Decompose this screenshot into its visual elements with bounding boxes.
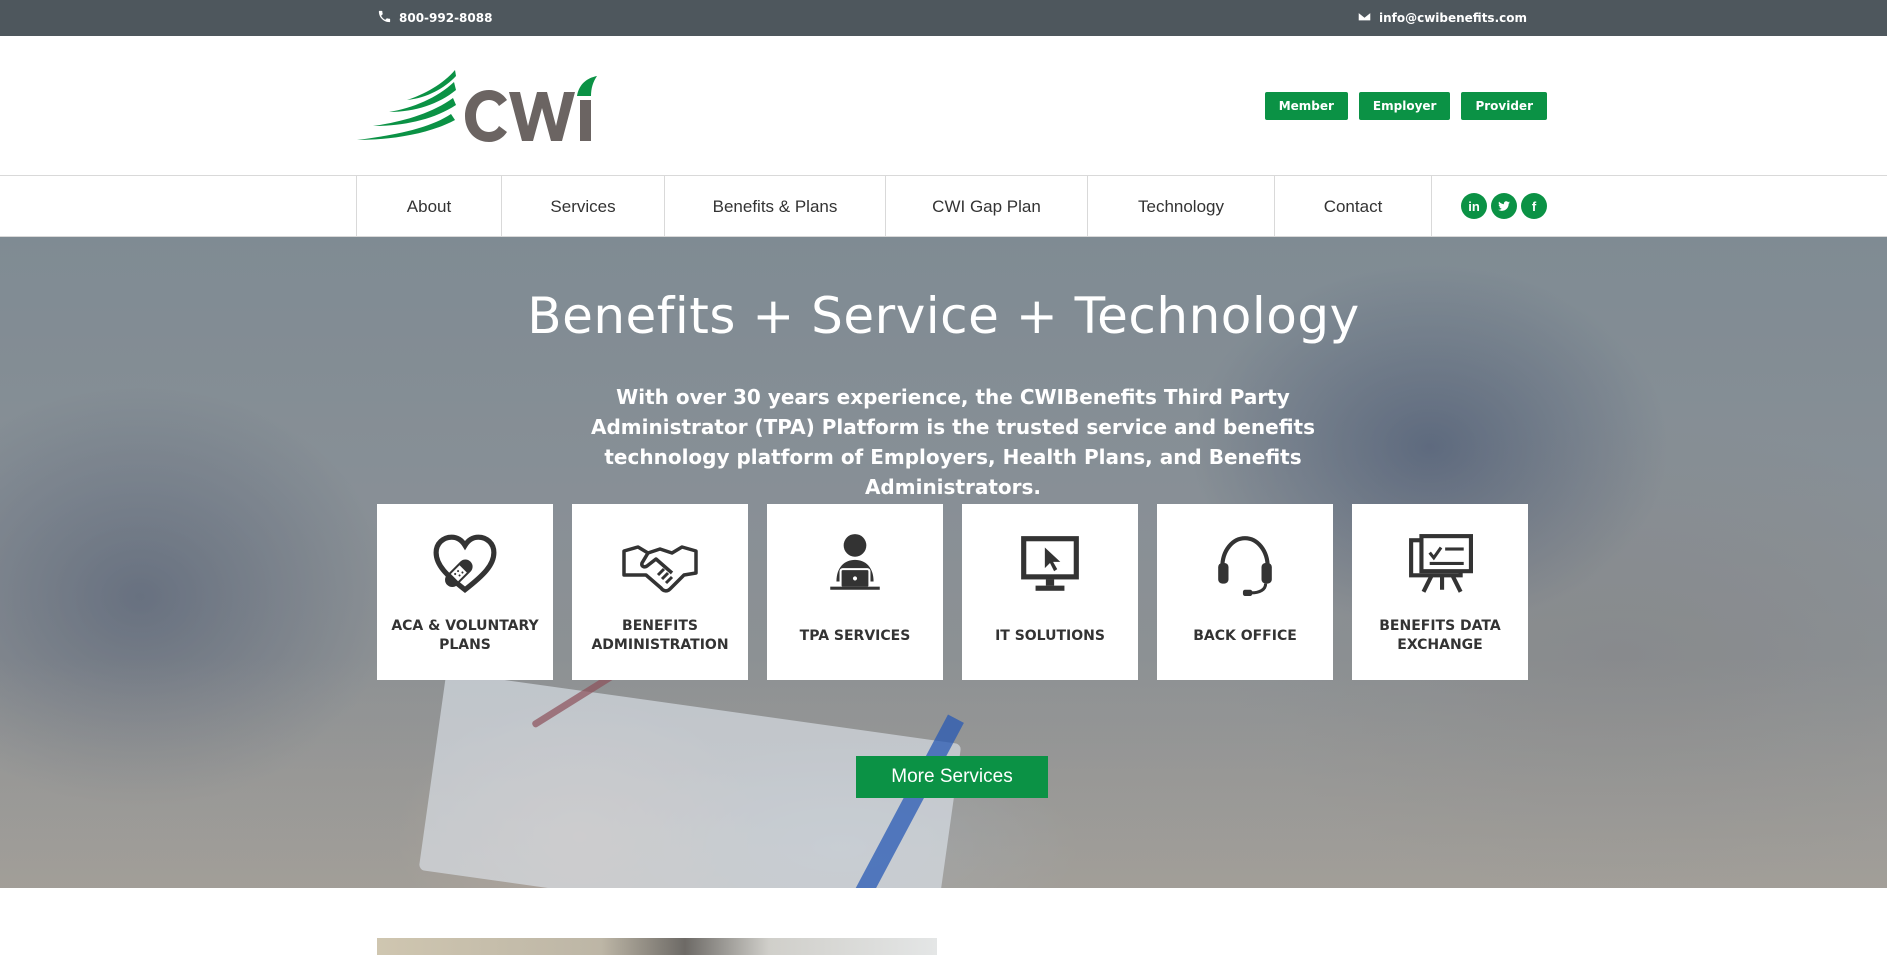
- employer-button[interactable]: Employer: [1358, 92, 1451, 120]
- headset-icon: [1212, 504, 1278, 604]
- hero-subtitle: With over 30 years experience, the CWIBe…: [590, 385, 1315, 499]
- content-section: [0, 888, 1887, 955]
- section-image: [377, 938, 937, 955]
- service-card-benefits-data-exchange[interactable]: BENEFITS DATA EXCHANGE: [1352, 504, 1528, 680]
- portal-buttons: Member Employer Provider: [1264, 92, 1547, 120]
- service-card-label: BENEFITS DATA EXCHANGE: [1379, 618, 1501, 653]
- phone-number[interactable]: 800-992-8088: [399, 11, 492, 25]
- nav-item-benefits-plans[interactable]: Benefits & Plans: [664, 176, 885, 237]
- heart-bandage-icon: [432, 504, 498, 604]
- phone-contact[interactable]: 800-992-8088: [377, 9, 492, 27]
- nav-item-cwi-gap-plan[interactable]: CWI Gap Plan: [885, 176, 1087, 237]
- hero-title: Benefits + Service + Technology: [527, 287, 1360, 345]
- top-contact-bar: 800-992-8088 info@cwibenefits.com: [0, 0, 1887, 36]
- nav-item-services[interactable]: Services: [501, 176, 664, 237]
- twitter-icon[interactable]: [1491, 193, 1517, 219]
- service-card-benefits-administration[interactable]: BENEFITS ADMINISTRATION: [572, 504, 748, 680]
- hero-section: Benefits + Service + Technology With ove…: [0, 237, 1887, 888]
- email-address[interactable]: info@cwibenefits.com: [1379, 11, 1527, 25]
- handshake-icon: [620, 504, 700, 604]
- person-laptop-icon: [822, 504, 888, 604]
- presentation-board-icon: [1407, 504, 1473, 604]
- service-card-label: ACA & VOLUNTARY PLANS: [391, 618, 539, 653]
- more-services-button[interactable]: More Services: [856, 756, 1048, 798]
- member-button[interactable]: Member: [1264, 92, 1348, 120]
- service-card-back-office[interactable]: BACK OFFICE: [1157, 504, 1333, 680]
- service-card-tpa-services[interactable]: TPA SERVICES: [767, 504, 943, 680]
- service-card-label: BACK OFFICE: [1193, 627, 1297, 644]
- email-contact[interactable]: info@cwibenefits.com: [1357, 9, 1527, 27]
- service-card-label: TPA SERVICES: [799, 627, 911, 644]
- nav-item-technology[interactable]: Technology: [1087, 176, 1274, 237]
- service-card-aca-voluntary[interactable]: ACA & VOLUNTARY PLANS: [377, 504, 553, 680]
- site-header: Member Employer Provider: [0, 36, 1887, 176]
- service-cards: ACA & VOLUNTARY PLANS BENEFITS ADMINISTR…: [377, 504, 1528, 680]
- service-card-label: BENEFITS ADMINISTRATION: [591, 618, 729, 653]
- nav-item-contact[interactable]: Contact: [1274, 176, 1432, 237]
- social-links: in f: [1461, 193, 1547, 219]
- service-card-it-solutions[interactable]: IT SOLUTIONS: [962, 504, 1138, 680]
- cwi-logo[interactable]: [357, 70, 599, 142]
- main-nav: About Services Benefits & Plans CWI Gap …: [0, 176, 1887, 237]
- provider-button[interactable]: Provider: [1461, 92, 1547, 120]
- monitor-cursor-icon: [1017, 504, 1083, 604]
- envelope-icon: [1357, 9, 1372, 27]
- nav-item-about[interactable]: About: [356, 176, 501, 237]
- linkedin-icon[interactable]: in: [1461, 193, 1487, 219]
- service-card-label: IT SOLUTIONS: [995, 627, 1105, 644]
- facebook-icon[interactable]: f: [1521, 193, 1547, 219]
- phone-icon: [377, 9, 392, 27]
